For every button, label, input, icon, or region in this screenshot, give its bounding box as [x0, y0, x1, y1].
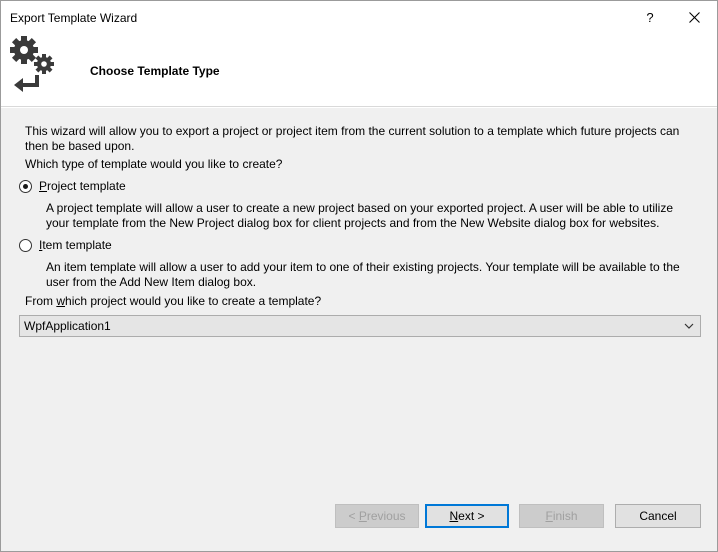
- item-template-desc-line-2: user from the Add New Item dialog box.: [46, 275, 257, 289]
- project-question-mnemonic: w: [56, 294, 66, 308]
- intro-text-line-2: then be based upon.: [25, 139, 135, 153]
- help-icon: ?: [646, 9, 654, 25]
- close-icon: [688, 11, 700, 23]
- title-bar: Export Template Wizard ?: [1, 1, 717, 35]
- cancel-button-label: Cancel: [639, 509, 677, 523]
- template-type-question: Which type of template would you like to…: [25, 157, 283, 171]
- help-button[interactable]: ?: [632, 3, 668, 31]
- project-template-desc-line-1: A project template will allow a user to …: [46, 201, 674, 215]
- item-template-desc-line-1: An item template will allow a user to ad…: [46, 260, 680, 274]
- close-button[interactable]: [674, 3, 714, 31]
- project-template-desc-line-2: your template from the New Project dialo…: [46, 216, 660, 230]
- item-template-label[interactable]: Item template: [39, 238, 112, 253]
- project-question-before: From: [25, 294, 57, 308]
- project-question: From which project would you like to cre…: [25, 294, 321, 309]
- item-template-label-rest: tem template: [42, 238, 112, 252]
- project-select-value: WpfApplication1: [24, 319, 111, 333]
- project-template-radio[interactable]: [19, 180, 32, 193]
- project-template-label[interactable]: Project template: [39, 179, 126, 194]
- intro-text-line-1: This wizard will allow you to export a p…: [25, 124, 680, 138]
- previous-button-rest: revious: [366, 509, 406, 523]
- page-title: Choose Template Type: [90, 64, 220, 78]
- project-question-after: hich project would you like to create a …: [65, 294, 322, 308]
- finish-button-rest: inish: [552, 509, 578, 523]
- finish-button[interactable]: Finish: [519, 504, 604, 528]
- window-title: Export Template Wizard: [10, 11, 138, 25]
- next-button[interactable]: Next >: [425, 504, 509, 528]
- project-select[interactable]: WpfApplication1: [19, 315, 701, 337]
- previous-button-mnemonic: P: [358, 509, 367, 523]
- item-template-radio[interactable]: [19, 239, 32, 252]
- wizard-body: This wizard will allow you to export a p…: [1, 108, 717, 551]
- previous-button-prefix: <: [348, 509, 359, 523]
- project-template-label-rest: roject template: [47, 179, 126, 193]
- next-button-rest: ext >: [458, 509, 485, 523]
- cancel-button[interactable]: Cancel: [615, 504, 701, 528]
- wizard-header: Choose Template Type: [1, 35, 717, 107]
- next-button-mnemonic: N: [449, 509, 459, 523]
- previous-button[interactable]: < Previous: [335, 504, 419, 528]
- export-template-wizard-window: Export Template Wizard ? Choose Template…: [0, 0, 718, 552]
- chevron-down-icon: [684, 323, 694, 329]
- project-template-mnemonic: P: [39, 179, 48, 193]
- gears-arrow-icon: [10, 36, 54, 92]
- finish-button-mnemonic: F: [545, 509, 553, 523]
